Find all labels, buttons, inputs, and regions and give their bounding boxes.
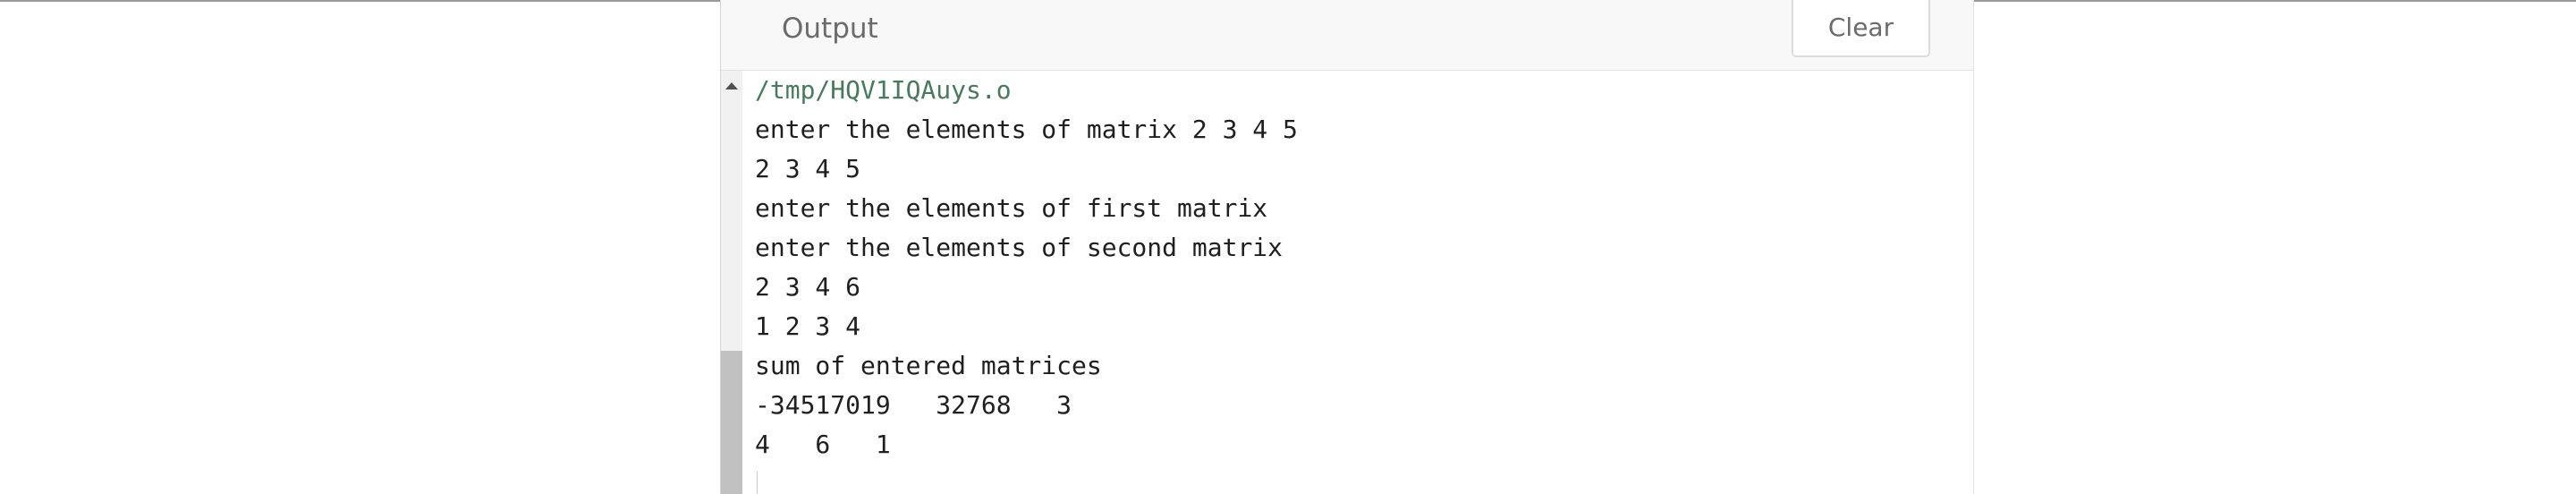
clear-button[interactable]: Clear <box>1792 0 1930 57</box>
output-line: 1 2 3 4 <box>755 311 861 341</box>
output-header: Output Clear <box>721 0 1973 71</box>
text-cursor <box>757 472 758 494</box>
output-line: 4 6 1 <box>755 430 891 459</box>
scroll-up-arrow-icon[interactable] <box>725 82 738 89</box>
output-line: -34517019 32768 3 <box>755 390 1072 420</box>
output-panel: Output Clear /tmp/HQV1IQAuys.o enter the… <box>720 0 1974 494</box>
output-title: Output <box>782 13 878 45</box>
output-line: 2 3 4 5 <box>755 154 861 183</box>
console-output[interactable]: /tmp/HQV1IQAuys.o enter the elements of … <box>755 71 1953 464</box>
output-line-binary-path: /tmp/HQV1IQAuys.o <box>755 75 1012 105</box>
output-line: enter the elements of matrix 2 3 4 5 <box>755 115 1298 144</box>
output-line: 2 3 4 6 <box>755 272 861 302</box>
output-line: enter the elements of first matrix <box>755 193 1268 223</box>
output-line: enter the elements of second matrix <box>755 233 1284 262</box>
scrollbar-thumb[interactable] <box>721 351 742 494</box>
output-line: sum of entered matrices <box>755 351 1102 380</box>
